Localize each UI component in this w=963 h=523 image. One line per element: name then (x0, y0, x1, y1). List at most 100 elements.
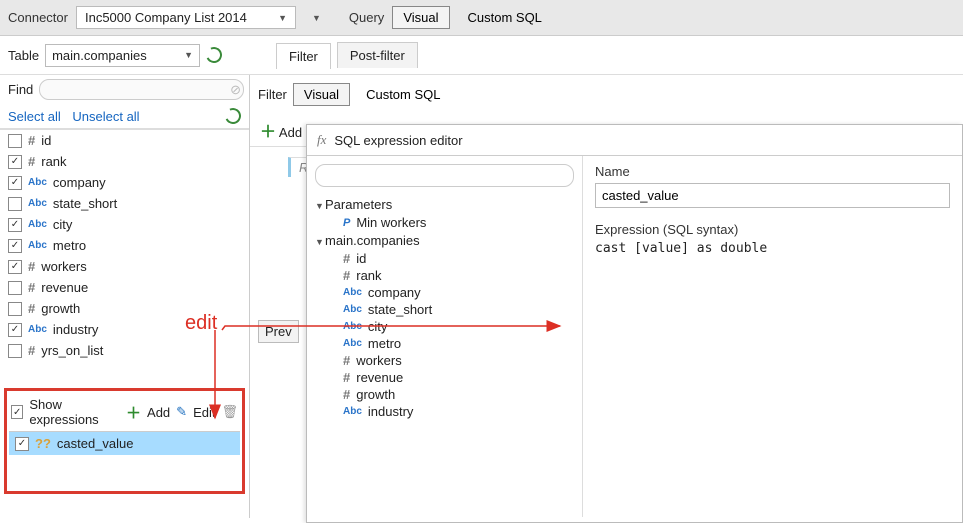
name-field[interactable] (595, 183, 950, 208)
column-checkbox[interactable] (8, 344, 22, 358)
chevron-down-icon: ▼ (278, 13, 287, 23)
column-checkbox[interactable]: ✓ (8, 155, 22, 169)
column-label: id (41, 133, 51, 148)
text-type-icon: Abc (343, 287, 362, 298)
column-checkbox[interactable] (8, 197, 22, 211)
column-item[interactable]: Abc state_short (0, 193, 249, 214)
editor-search-input[interactable] (315, 164, 574, 187)
column-label: workers (41, 259, 87, 274)
add-icon[interactable]: ＋ (126, 402, 141, 423)
filter-customsql-button[interactable]: Custom SQL (356, 84, 450, 105)
query-visual-button[interactable]: Visual (392, 6, 449, 29)
column-item[interactable]: #revenue (0, 277, 249, 298)
number-type-icon: # (343, 370, 350, 385)
column-item[interactable]: ✓#workers (0, 256, 249, 277)
column-label: growth (41, 301, 80, 316)
column-checkbox[interactable] (8, 281, 22, 295)
unknown-type-icon: ?? (35, 436, 51, 451)
text-type-icon: Abc (28, 198, 47, 209)
number-type-icon: # (28, 154, 35, 169)
column-checkbox[interactable]: ✓ (8, 176, 22, 190)
tree-item-label: state_short (368, 302, 432, 317)
filter-visual-button[interactable]: Visual (293, 83, 350, 106)
tree-group-parameters[interactable]: ▼Parameters (315, 195, 574, 214)
tree-item-label: id (356, 251, 366, 266)
text-type-icon: Abc (343, 304, 362, 315)
column-label: revenue (41, 280, 88, 295)
tree-item-column[interactable]: Abcindustry (315, 403, 574, 420)
tree-item-label: metro (368, 336, 401, 351)
table-dropdown[interactable]: main.companies ▼ (45, 44, 200, 67)
expression-field-label: Expression (SQL syntax) (595, 222, 950, 237)
column-item[interactable]: # id (0, 130, 249, 151)
tab-filter[interactable]: Filter (276, 43, 331, 69)
column-checkbox[interactable]: ✓ (8, 323, 22, 337)
column-checkbox[interactable]: ✓ (8, 239, 22, 253)
column-item[interactable]: ✓Abccity (0, 214, 249, 235)
query-customsql-button[interactable]: Custom SQL (458, 7, 552, 28)
column-item[interactable]: ✓Abccompany (0, 172, 249, 193)
number-type-icon: # (28, 343, 35, 358)
preview-button[interactable]: Prev (258, 320, 299, 343)
tab-postfilter[interactable]: Post-filter (337, 42, 418, 68)
column-item[interactable]: #yrs_on_list (0, 340, 249, 361)
clear-icon[interactable]: ⊘ (230, 82, 241, 98)
table-value: main.companies (52, 48, 147, 63)
connector-label: Connector (8, 10, 68, 25)
column-list: # id ✓ # rank ✓Abccompany Abc state_short ✓Abcci… (0, 129, 249, 384)
tree-item-column[interactable]: Abccity (315, 318, 574, 335)
column-label: rank (41, 154, 66, 169)
refresh-icon[interactable] (223, 106, 244, 127)
unselect-all-link[interactable]: Unselect all (72, 109, 139, 124)
column-label: industry (53, 322, 99, 337)
show-expressions-checkbox[interactable]: ✓ (11, 405, 23, 419)
number-type-icon: # (28, 133, 35, 148)
caret-down-icon: ▼ (315, 237, 325, 247)
pencil-icon[interactable]: ✎ (176, 404, 187, 420)
tree-item-column[interactable]: #revenue (315, 369, 574, 386)
column-item[interactable]: ✓Abcmetro (0, 235, 249, 256)
show-expressions-label: Show expressions (29, 397, 120, 427)
select-all-link[interactable]: Select all (8, 109, 61, 124)
tree-item-column[interactable]: # growth (315, 386, 574, 403)
chevron-down-icon[interactable]: ▼ (312, 13, 321, 23)
tree-item-column[interactable]: Abc metro (315, 335, 574, 352)
column-checkbox[interactable]: ✓ (8, 260, 22, 274)
column-checkbox[interactable] (8, 134, 22, 148)
tree-item-column[interactable]: # id (315, 250, 574, 267)
refresh-icon[interactable] (204, 45, 225, 66)
expression-name: casted_value (57, 436, 134, 451)
number-type-icon: # (343, 387, 350, 402)
find-label: Find (8, 82, 33, 97)
column-checkbox[interactable]: ✓ (8, 218, 22, 232)
tree-item-column[interactable]: #rank (315, 267, 574, 284)
column-checkbox[interactable] (8, 302, 22, 316)
text-type-icon: Abc (343, 338, 362, 349)
tree-item-label: industry (368, 404, 414, 419)
number-type-icon: # (343, 353, 350, 368)
sql-expression-editor: fx SQL expression editor ▼Parameters PMi… (306, 124, 963, 523)
find-input[interactable] (39, 79, 244, 100)
column-label: city (53, 217, 73, 232)
expressions-panel: ✓ Show expressions ＋ Add ✎ Edit 🗑 ✓ ?? c… (4, 388, 245, 494)
sidebar: Find ⊘ Select all Unselect all # id ✓ # rank… (0, 75, 250, 518)
tree-item-column[interactable]: #workers (315, 352, 574, 369)
connector-dropdown[interactable]: Inc5000 Company List 2014 ▼ (76, 6, 296, 29)
name-field-label: Name (595, 164, 950, 179)
column-label: state_short (53, 196, 117, 211)
expression-checkbox[interactable]: ✓ (15, 437, 29, 451)
column-item[interactable]: ✓ # rank (0, 151, 249, 172)
tree-item-label: growth (356, 387, 395, 402)
tree-item-param[interactable]: PMin workers (315, 214, 574, 231)
expression-field[interactable]: cast [value] as double (595, 241, 950, 256)
tree-item-column[interactable]: Abc state_short (315, 301, 574, 318)
text-type-icon: Abc (343, 321, 362, 332)
tree-item-label: rank (356, 268, 381, 283)
expression-item[interactable]: ✓ ?? casted_value (9, 432, 240, 455)
tree-group-table[interactable]: ▼main.companies (315, 231, 574, 250)
trash-icon[interactable]: 🗑 (221, 404, 238, 420)
tree-item-column[interactable]: Abccompany (315, 284, 574, 301)
edit-label[interactable]: Edit (193, 405, 215, 420)
add-label[interactable]: Add (147, 405, 170, 420)
number-type-icon: # (343, 251, 350, 266)
